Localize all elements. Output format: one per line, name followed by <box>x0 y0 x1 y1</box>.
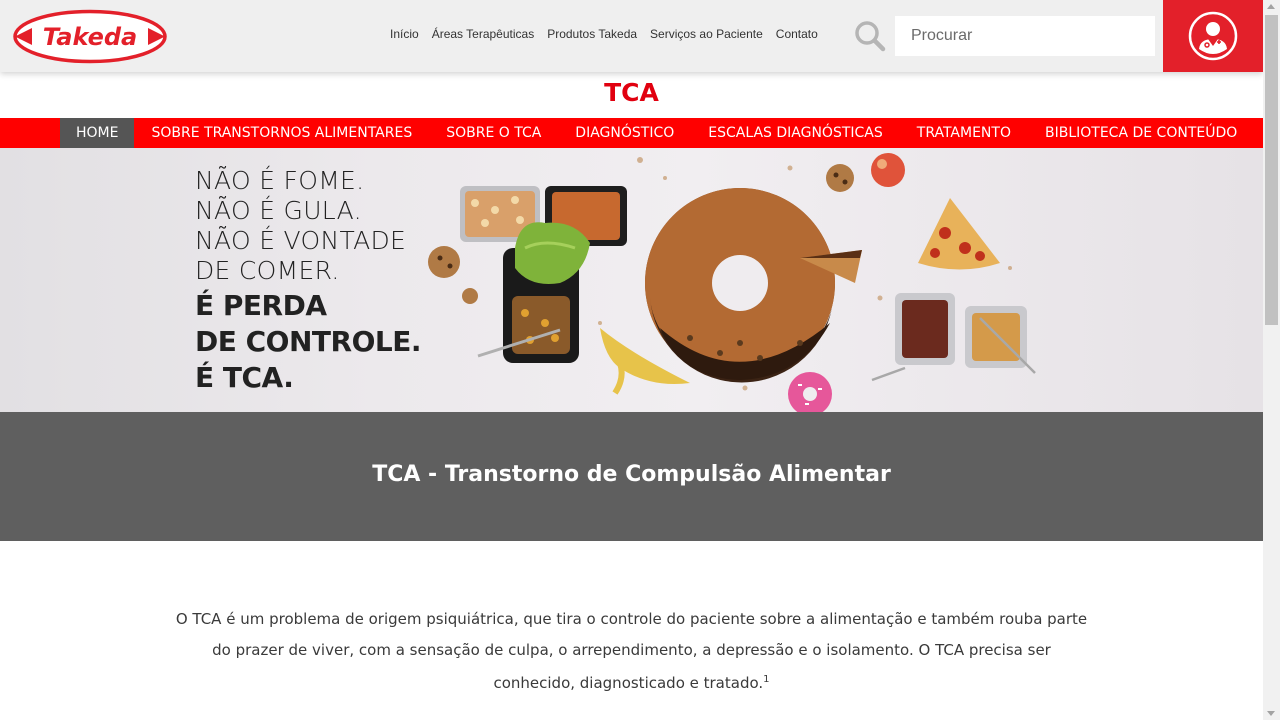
top-header: Takeda Início Áreas Terapêuticas Produto… <box>0 0 1263 72</box>
hero-banner: NÃO É FOME. NÃO É GULA. NÃO É VONTADE DE… <box>0 148 1263 412</box>
scrollbar-thumb[interactable] <box>1265 15 1278 325</box>
menu-item-home[interactable]: HOME <box>60 118 135 148</box>
food-illustration <box>428 153 1036 412</box>
section-heading-band: TCA - Transtorno de Compulsão Alimentar <box>0 412 1263 541</box>
banner-line: NÃO É FOME. <box>195 166 365 195</box>
banner-line: NÃO É GULA. <box>195 196 362 225</box>
page: Takeda Início Áreas Terapêuticas Produto… <box>0 0 1263 720</box>
menu-item-sobre-transtornos[interactable]: SOBRE TRANSTORNOS ALIMENTARES <box>134 118 429 148</box>
banner-bold-line: É PERDA <box>195 289 327 322</box>
banner-line: DE COMER. <box>195 256 340 285</box>
footnote-ref[interactable]: 1 <box>763 674 769 685</box>
svg-text:Takeda: Takeda <box>43 23 137 51</box>
scroll-up-arrow-icon[interactable] <box>1267 4 1275 9</box>
doctor-user-icon <box>1188 11 1238 61</box>
banner-headline: NÃO É FOME. NÃO É GULA. NÃO É VONTADE DE… <box>195 166 421 396</box>
menu-item-biblioteca[interactable]: BIBLIOTECA DE CONTEÚDO <box>1028 118 1254 148</box>
site-title: TCA <box>604 78 659 107</box>
menu-item-escalas[interactable]: ESCALAS DIAGNÓSTICAS <box>691 118 900 148</box>
nav-produtos-takeda[interactable]: Produtos Takeda <box>547 27 637 41</box>
scroll-down-arrow-icon[interactable] <box>1267 711 1275 716</box>
nav-areas-terapeuticas[interactable]: Áreas Terapêuticas <box>432 27 535 41</box>
menu-item-diagnostico[interactable]: DIAGNÓSTICO <box>558 118 691 148</box>
section-heading: TCA - Transtorno de Compulsão Alimentar <box>372 462 891 487</box>
menu-item-tratamento[interactable]: TRATAMENTO <box>900 118 1028 148</box>
intro-text: O TCA é um problema de origem psiquiátri… <box>175 610 1088 692</box>
banner-bold-line: É TCA. <box>195 361 294 394</box>
top-nav: Início Áreas Terapêuticas Produtos Taked… <box>383 0 824 68</box>
nav-contato[interactable]: Contato <box>776 27 818 41</box>
banner-line: NÃO É VONTADE <box>195 226 407 255</box>
menu-item-sobre-tca[interactable]: SOBRE O TCA <box>429 118 558 148</box>
intro-paragraph: O TCA é um problema de origem psiquiátri… <box>170 604 1093 699</box>
user-account-button[interactable] <box>1163 0 1263 72</box>
takeda-logo[interactable]: Takeda <box>12 9 168 64</box>
banner-bold-line: DE CONTROLE. <box>195 325 421 358</box>
search-icon[interactable] <box>854 20 886 52</box>
nav-servicos-paciente[interactable]: Serviços ao Paciente <box>650 27 763 41</box>
main-menu: HOME SOBRE TRANSTORNOS ALIMENTARES SOBRE… <box>0 118 1263 148</box>
vertical-scrollbar[interactable] <box>1263 0 1280 720</box>
nav-inicio[interactable]: Início <box>390 27 419 41</box>
search-input[interactable] <box>895 16 1155 56</box>
